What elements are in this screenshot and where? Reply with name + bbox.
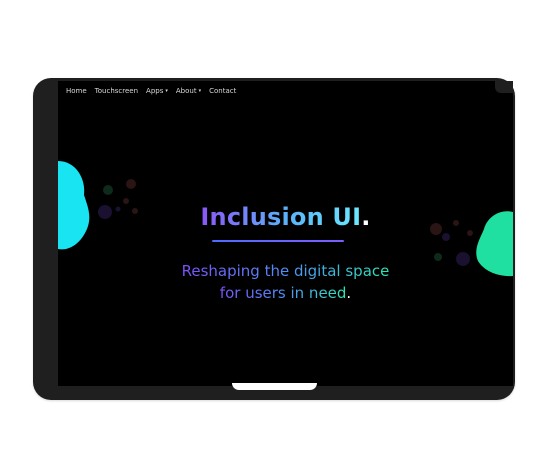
chevron-down-icon: ▾ [165, 87, 168, 94]
nav-item-contact[interactable]: Contact [209, 87, 236, 95]
subtitle-line-1-text: Reshaping the digital space [181, 262, 390, 280]
corner-tab [495, 81, 513, 93]
subtitle-line-2-text: for users in need [219, 283, 347, 302]
nav-item-about[interactable]: About ▾ [176, 87, 201, 95]
hero-subtitle-line-2: for users in need. [58, 283, 513, 305]
chevron-down-icon: ▾ [198, 87, 202, 94]
right-dot-5 [434, 253, 442, 261]
hero-title-text: Inclusion UI [200, 203, 362, 231]
hero-subtitle: Reshaping the digital space for users in… [58, 261, 513, 305]
left-dot-3 [123, 198, 129, 204]
nav-item-touchscreen[interactable]: Touchscreen [95, 87, 138, 95]
right-dot-4 [442, 233, 450, 241]
nav-label-touchscreen: Touchscreen [94, 87, 139, 95]
hero-divider [212, 240, 344, 242]
nav-label-about: About [175, 87, 197, 95]
nav-label-home: Home [66, 87, 87, 95]
nav-label-apps: Apps [146, 87, 164, 95]
hero-subtitle-line-1: Reshaping the digital space [58, 261, 513, 283]
hero-title: Inclusion UI. [58, 205, 513, 229]
nav-item-home[interactable]: Home [66, 87, 87, 95]
hero-title-dot: . [361, 203, 371, 231]
tablet-frame: Home Touchscreen Apps ▾ About ▾ Contact [33, 78, 515, 400]
right-dot-3 [467, 230, 473, 236]
left-dot-1 [103, 185, 113, 195]
app-screen: Home Touchscreen Apps ▾ About ▾ Contact [58, 81, 513, 386]
left-dot-2 [126, 179, 136, 189]
nav-label-contact: Contact [209, 87, 237, 95]
nav-item-apps[interactable]: Apps ▾ [146, 87, 168, 95]
home-indicator [232, 383, 317, 390]
top-navigation: Home Touchscreen Apps ▾ About ▾ Contact [58, 81, 513, 101]
subtitle-dot: . [346, 283, 352, 302]
